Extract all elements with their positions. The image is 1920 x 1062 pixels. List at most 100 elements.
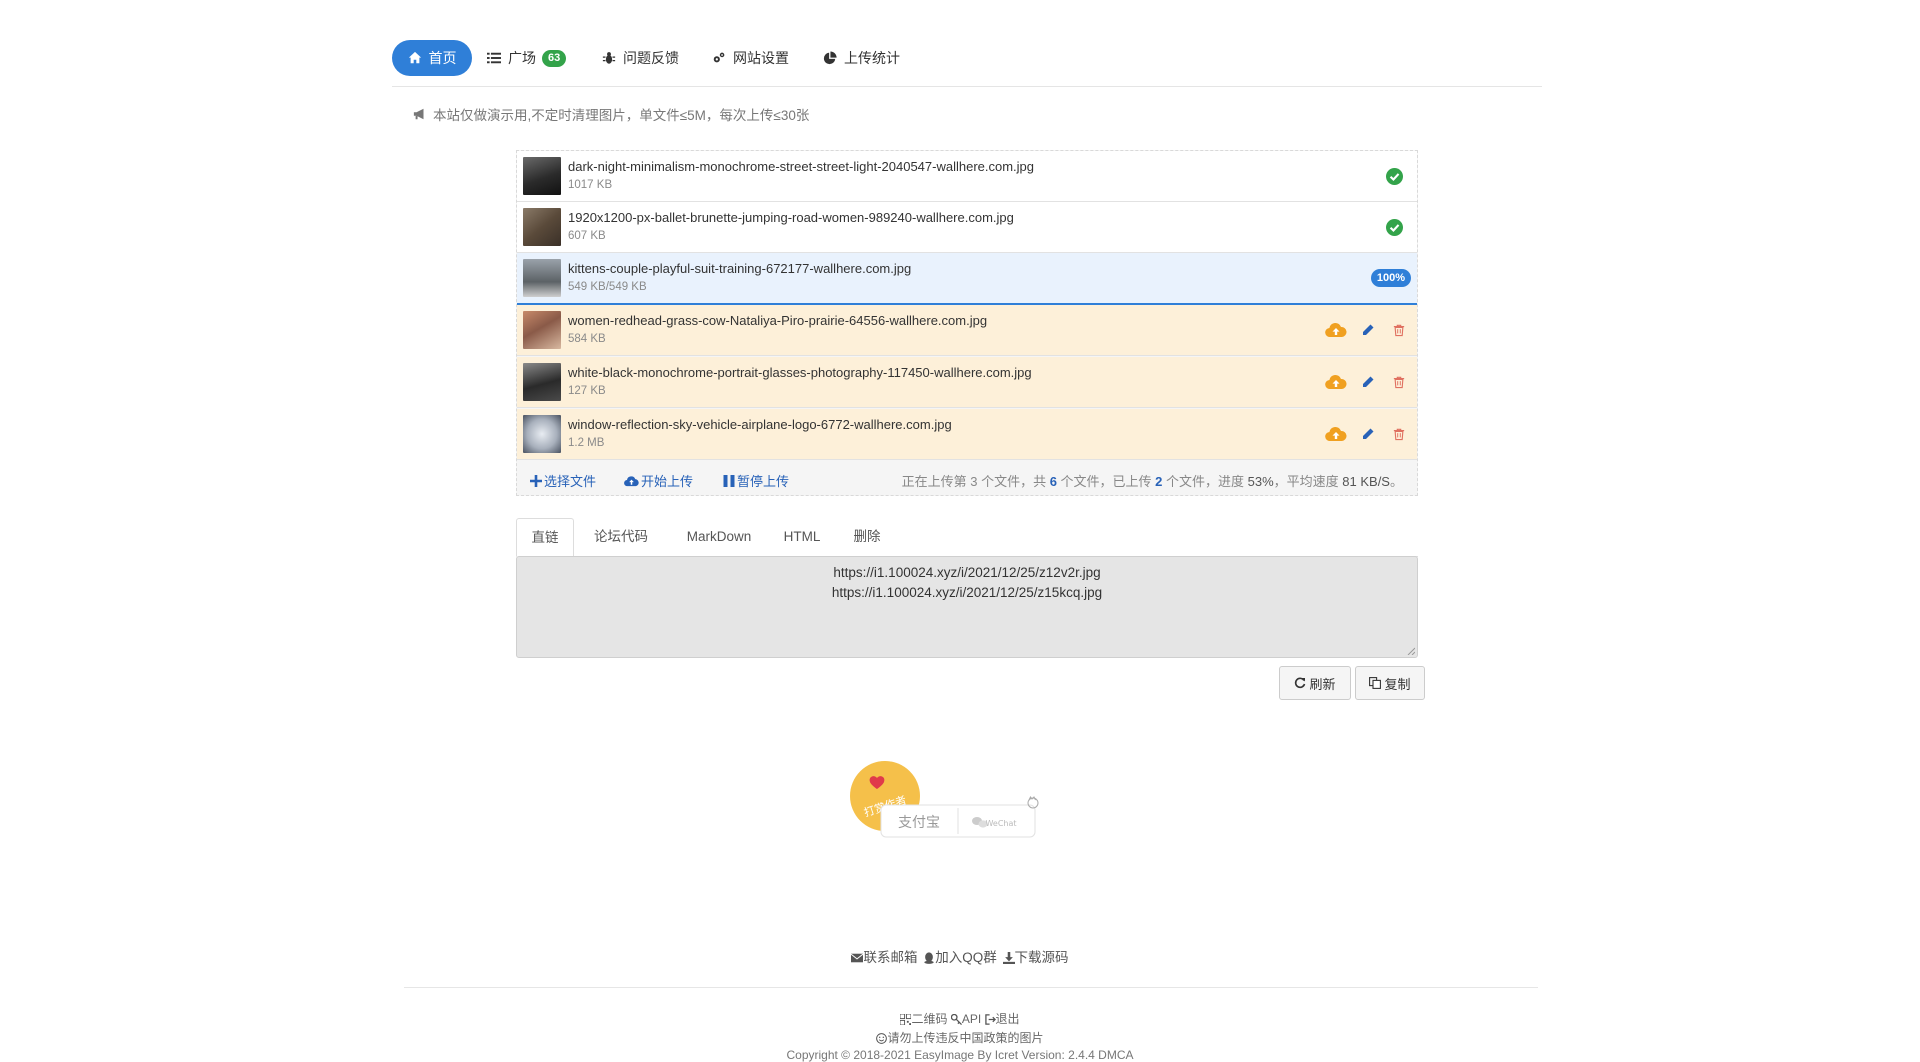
links-textarea[interactable]: https://i1.100024.xyz/i/2021/12/25/z12v2… xyxy=(516,556,1418,658)
notice-text: 本站仅做演示用,不定时清理图片，单文件≤5M，每次上传≤30张 xyxy=(433,108,810,123)
file-thumbnail xyxy=(523,259,561,297)
select-files-button[interactable]: 选择文件 xyxy=(530,471,596,490)
nav-settings-label: 网站设置 xyxy=(733,50,789,66)
list-item: white-black-monochrome-portrait-glasses-… xyxy=(517,357,1417,408)
upload-cloud-icon[interactable] xyxy=(1325,425,1347,443)
contact-email-link[interactable]: 联系邮箱 xyxy=(851,950,917,965)
bug-icon xyxy=(602,52,616,64)
file-thumbnail xyxy=(523,311,561,349)
copyright: Copyright © 2018-2021 EasyImage By Icret… xyxy=(786,1048,1134,1062)
resize-handle-icon[interactable] xyxy=(1407,647,1415,655)
list-item: kittens-couple-playful-suit-training-672… xyxy=(517,253,1417,305)
file-thumbnail xyxy=(523,208,561,246)
pencil-icon[interactable] xyxy=(1361,321,1375,339)
refresh-label: 刷新 xyxy=(1309,676,1336,692)
smile-icon xyxy=(876,1033,888,1044)
nav-square[interactable]: 广场 63 xyxy=(487,40,567,76)
status-speed: 81 KB/S xyxy=(1342,474,1390,489)
top-nav: 首页 广场 63 问题反馈 网站设置 上传统计 xyxy=(392,40,1542,87)
envelope-icon xyxy=(851,953,864,963)
sign-out-icon xyxy=(984,1014,996,1025)
file-name: white-black-monochrome-portrait-glasses-… xyxy=(568,365,1032,380)
pencil-icon[interactable] xyxy=(1361,425,1375,443)
start-upload-label: 开始上传 xyxy=(641,474,694,489)
nav-stats-label: 上传统计 xyxy=(844,50,900,66)
qrcode-link[interactable]: 二维码 xyxy=(900,1012,947,1026)
bullhorn-icon xyxy=(413,108,424,120)
join-qq-link[interactable]: 加入QQ群 xyxy=(923,950,997,965)
tab-delete[interactable]: 删除 xyxy=(842,518,892,555)
nav-stats[interactable]: 上传统计 xyxy=(823,40,900,76)
file-name: dark-night-minimalism-monochrome-street-… xyxy=(568,159,1035,174)
footer-tools: 二维码 API 退出 xyxy=(0,1010,1920,1027)
link-format-tabs: 直链 论坛代码 MarkDown HTML 删除 xyxy=(516,518,1418,557)
file-name: women-redhead-grass-cow-Nataliya-Piro-pr… xyxy=(568,313,988,328)
trash-icon[interactable] xyxy=(1393,425,1405,443)
pause-icon xyxy=(723,474,735,487)
footer-divider xyxy=(404,987,1538,988)
nav-home-label: 首页 xyxy=(428,50,457,66)
upload-toolbar: 选择文件 开始上传 暂停上传 正在上传第 3 个文件，共 6 个文件，已上传 2… xyxy=(517,462,1417,495)
file-size: 584 KB xyxy=(568,333,606,345)
pause-upload-label: 暂停上传 xyxy=(737,474,790,489)
progress-badge: 100% xyxy=(1370,269,1411,287)
nav-feedback-label: 问题反馈 xyxy=(623,50,679,66)
pie-chart-icon xyxy=(823,51,837,65)
status-total: 6 xyxy=(1049,474,1057,489)
pencil-icon[interactable] xyxy=(1361,373,1375,391)
page: 首页 广场 63 问题反馈 网站设置 上传统计 本站仅做演示用,不定时清理图片，… xyxy=(0,0,1920,1062)
key-icon xyxy=(950,1014,962,1025)
qq-icon xyxy=(924,952,934,964)
api-link[interactable]: API xyxy=(950,1012,981,1026)
list-item: women-redhead-grass-cow-Nataliya-Piro-pr… xyxy=(517,305,1417,356)
footer-warning: 请勿上传违反中国政策的图片 xyxy=(0,1029,1920,1046)
file-size: 1017 KB xyxy=(568,179,613,191)
download-source-link[interactable]: 下载源码 xyxy=(1002,950,1069,965)
file-name: window-reflection-sky-vehicle-airplane-l… xyxy=(568,417,952,432)
pause-upload-button[interactable]: 暂停上传 xyxy=(723,471,789,490)
file-name: kittens-couple-playful-suit-training-672… xyxy=(568,261,912,276)
wechat-label: WeChat xyxy=(985,819,1016,828)
copy-button[interactable]: 复制 xyxy=(1355,666,1425,700)
plus-icon xyxy=(530,474,542,487)
status-progress: 53% xyxy=(1247,474,1274,489)
notice: 本站仅做演示用,不定时清理图片，单文件≤5M，每次上传≤30张 xyxy=(413,104,809,124)
tab-direct-link[interactable]: 直链 xyxy=(516,518,574,557)
nav-square-label: 广场 xyxy=(508,50,536,66)
gears-icon xyxy=(713,52,725,63)
list-item: 1920x1200-px-ballet-brunette-jumping-roa… xyxy=(517,202,1417,253)
upload-status: 正在上传第 3 个文件，共 6 个文件，已上传 2 个文件，进度 53%，平均速… xyxy=(901,474,1403,489)
cloud-upload-icon xyxy=(624,475,639,486)
logout-link[interactable]: 退出 xyxy=(984,1012,1020,1026)
list-item: dark-night-minimalism-monochrome-street-… xyxy=(517,151,1417,202)
nav-feedback[interactable]: 问题反馈 xyxy=(602,40,679,76)
link-line: https://i1.100024.xyz/i/2021/12/25/z12v2… xyxy=(833,565,1101,580)
refresh-button[interactable]: 刷新 xyxy=(1279,666,1351,700)
alipay-label: 支付宝 xyxy=(898,815,940,831)
file-thumbnail xyxy=(523,415,561,453)
trash-icon[interactable] xyxy=(1393,321,1405,339)
file-size: 549 KB/549 KB xyxy=(568,281,647,293)
nav-home[interactable]: 首页 xyxy=(392,40,472,76)
link-line: https://i1.100024.xyz/i/2021/12/25/z15kc… xyxy=(831,585,1103,600)
donate-widget[interactable]: 打赏作者 支付宝 WeChat xyxy=(849,760,1041,840)
tab-html[interactable]: HTML xyxy=(772,518,832,555)
nav-settings[interactable]: 网站设置 xyxy=(712,40,789,76)
footer-links: 联系邮箱 加入QQ群 下载源码 xyxy=(0,946,1920,966)
list-icon xyxy=(487,52,501,64)
check-circle-icon xyxy=(1386,219,1403,236)
download-icon xyxy=(1002,952,1015,964)
tab-markdown[interactable]: MarkDown xyxy=(676,518,762,555)
upload-queue: dark-night-minimalism-monochrome-street-… xyxy=(516,150,1418,496)
file-thumbnail xyxy=(523,363,561,401)
file-size: 127 KB xyxy=(568,385,606,397)
file-size: 607 KB xyxy=(568,230,606,242)
select-files-label: 选择文件 xyxy=(544,474,597,489)
tab-forum-code[interactable]: 论坛代码 xyxy=(586,518,656,555)
check-circle-icon xyxy=(1386,168,1403,185)
upload-cloud-icon[interactable] xyxy=(1325,321,1347,339)
upload-cloud-icon[interactable] xyxy=(1325,373,1347,391)
refresh-icon xyxy=(1295,677,1306,689)
trash-icon[interactable] xyxy=(1393,373,1405,391)
start-upload-button[interactable]: 开始上传 xyxy=(624,471,693,490)
